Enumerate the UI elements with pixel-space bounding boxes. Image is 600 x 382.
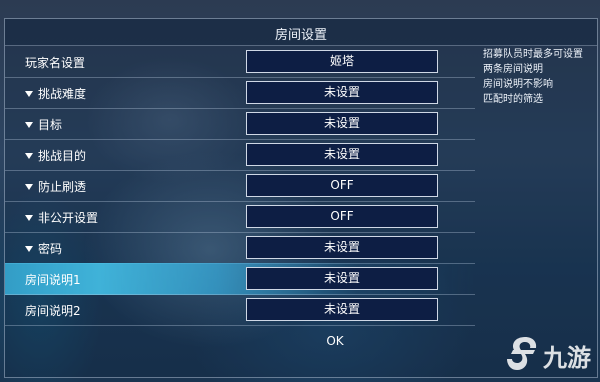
room-description-2-value[interactable]: 未设置	[246, 298, 438, 321]
private-setting-value[interactable]: OFF	[246, 205, 438, 228]
row-challenge-difficulty[interactable]: 挑战难度 未设置	[5, 77, 475, 109]
help-text: 招募队员时最多可设置 两条房间说明 房间说明不影响 匹配时的筛选	[483, 47, 597, 107]
room-settings-dialog: 房间设置 玩家名设置 姬塔 挑战难度 未设置 目标 未设置 挑战目的 未设置 防…	[4, 18, 598, 378]
watermark: 九游	[505, 334, 597, 374]
row-label: 玩家名设置	[25, 56, 86, 70]
row-label: 目标	[25, 116, 62, 133]
challenge-difficulty-value[interactable]: 未设置	[246, 81, 438, 104]
help-line: 招募队员时最多可设置	[483, 49, 583, 60]
dialog-titlebar: 房间设置	[5, 19, 597, 46]
filter-icon	[25, 122, 33, 128]
help-line: 两条房间说明	[483, 64, 543, 75]
row-label: 非公开设置	[25, 209, 98, 226]
row-private-setting[interactable]: 非公开设置 OFF	[5, 201, 475, 233]
row-label: 房间说明1	[25, 273, 81, 287]
watermark-text: 九游	[543, 344, 591, 372]
row-challenge-purpose[interactable]: 挑战目的 未设置	[5, 139, 475, 171]
row-label: 防止刷透	[25, 178, 86, 195]
filter-icon	[25, 184, 33, 190]
password-value[interactable]: 未设置	[246, 236, 438, 259]
room-description-1-value[interactable]: 未设置	[246, 267, 438, 290]
row-player-name[interactable]: 玩家名设置 姬塔	[5, 46, 475, 78]
challenge-purpose-value[interactable]: 未设置	[246, 143, 438, 166]
filter-icon	[25, 153, 33, 159]
row-room-description-2[interactable]: 房间说明2 未设置	[5, 294, 475, 326]
filter-icon	[25, 246, 33, 252]
help-line: 房间说明不影响	[483, 79, 553, 90]
ok-button[interactable]: OK	[310, 330, 360, 352]
row-password[interactable]: 密码 未设置	[5, 232, 475, 264]
dialog-title: 房间设置	[274, 28, 327, 43]
row-target[interactable]: 目标 未设置	[5, 108, 475, 140]
help-line: 匹配时的筛选	[483, 94, 543, 105]
prevent-farming-value[interactable]: OFF	[246, 174, 438, 197]
row-room-description-1[interactable]: 房间说明1 未设置	[5, 263, 475, 295]
jiuyou-logo-icon	[507, 337, 537, 370]
row-label: 挑战难度	[25, 85, 86, 102]
player-name-value[interactable]: 姬塔	[246, 50, 438, 73]
row-prevent-farming[interactable]: 防止刷透 OFF	[5, 170, 475, 202]
filter-icon	[25, 215, 33, 221]
row-label: 密码	[25, 240, 62, 257]
row-label: 房间说明2	[25, 304, 81, 318]
filter-icon	[25, 91, 33, 97]
row-label: 挑战目的	[25, 147, 86, 164]
target-value[interactable]: 未设置	[246, 112, 438, 135]
